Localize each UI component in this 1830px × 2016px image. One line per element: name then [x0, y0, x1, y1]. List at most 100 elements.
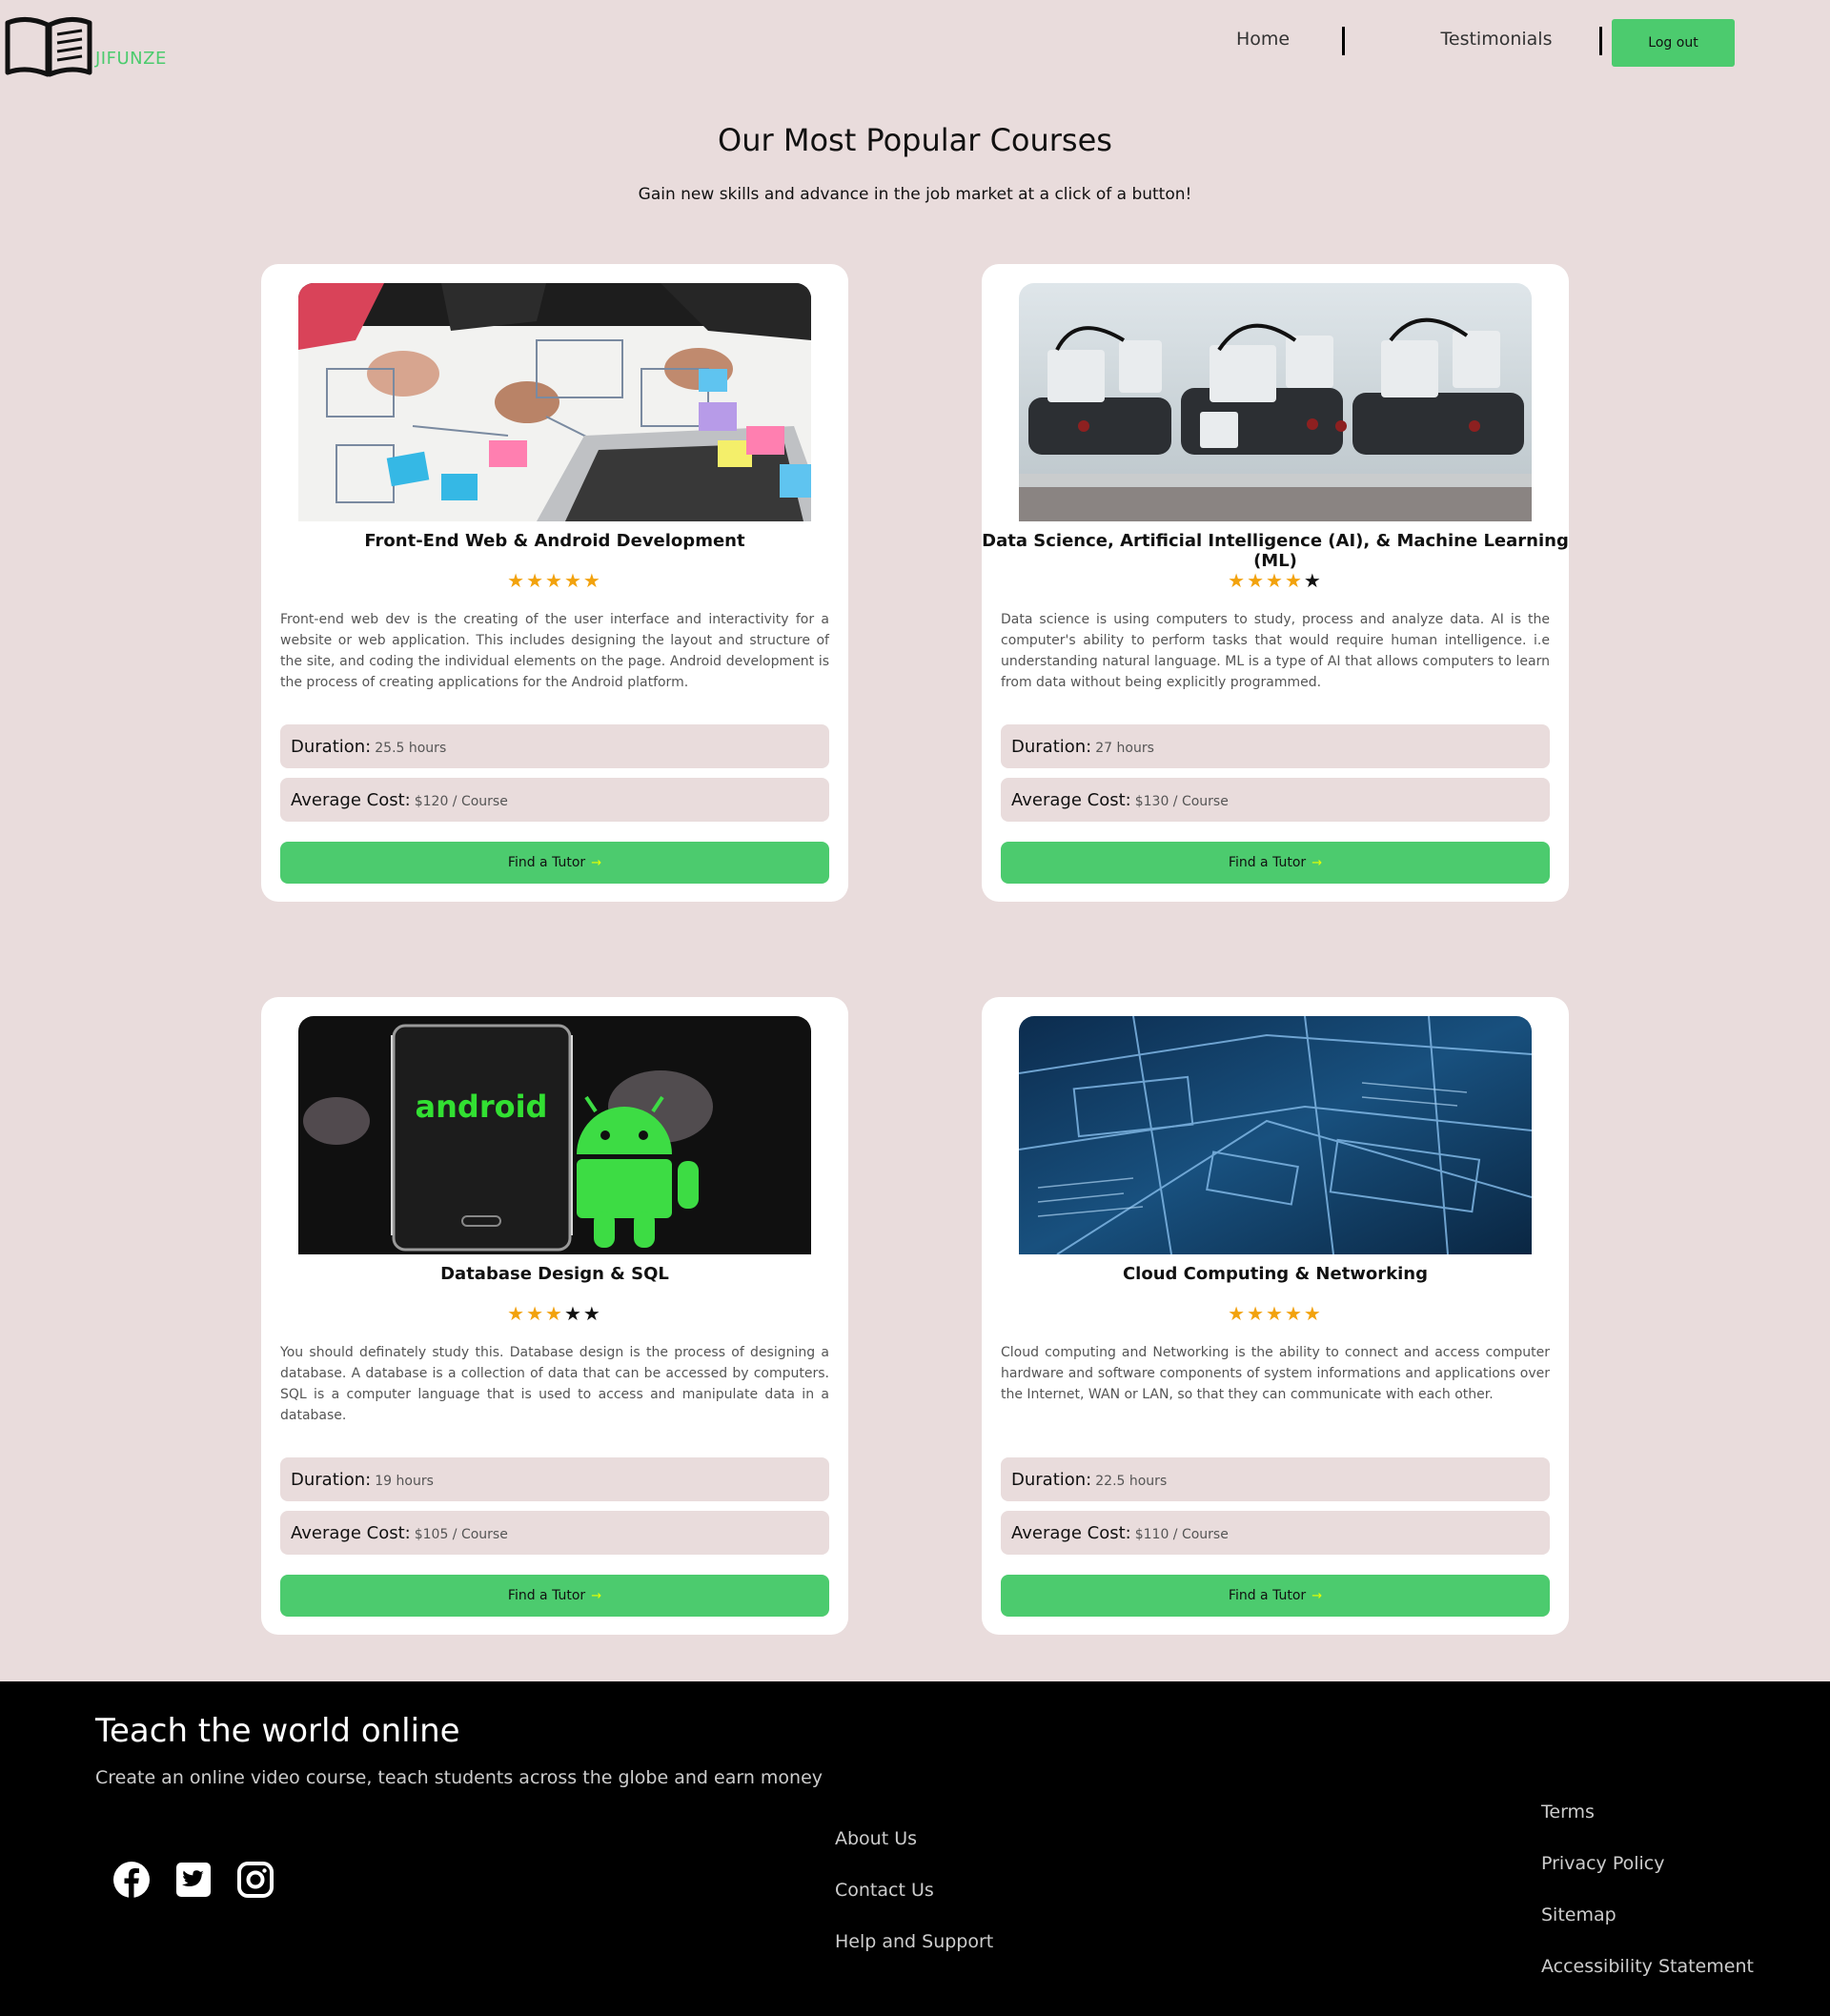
social-links — [112, 1861, 274, 1899]
star-rating: ★★★★★ — [982, 1302, 1569, 1325]
cost-value: $130 / Course — [1134, 793, 1229, 809]
footer-link-privacy-policy[interactable]: Privacy Policy — [1541, 1853, 1754, 1904]
duration-value: 22.5 hours — [1095, 1473, 1168, 1489]
footer-links-company: About Us Contact Us Help and Support — [835, 1828, 993, 1983]
cost-box: Average Cost: $110 / Course — [1001, 1511, 1550, 1555]
cost-label: Average Cost: — [1011, 789, 1131, 810]
footer-tagline: Create an online video course, teach stu… — [95, 1767, 824, 1788]
star-filled-icon: ★ — [526, 1302, 546, 1325]
star-rating: ★★★★★ — [261, 1302, 848, 1325]
footer-link-contact-us[interactable]: Contact Us — [835, 1880, 993, 1931]
logo[interactable]: JIFUNZE — [4, 13, 167, 80]
find-tutor-button[interactable]: Find a Tutor → — [1001, 842, 1550, 884]
page-title: Our Most Popular Courses — [718, 122, 1112, 158]
star-filled-icon: ★ — [1228, 1302, 1248, 1325]
star-filled-icon: ★ — [1247, 1302, 1267, 1325]
duration-box: Duration: 19 hours — [280, 1457, 829, 1501]
course-card: android Database Design & SQL ★★★★★ You … — [261, 997, 848, 1635]
star-filled-icon: ★ — [507, 569, 527, 592]
duration-box: Duration: 22.5 hours — [1001, 1457, 1550, 1501]
star-empty-icon: ★ — [1303, 569, 1323, 592]
find-tutor-label: Find a Tutor — [507, 1588, 586, 1603]
arrow-right-icon: → — [1312, 1588, 1323, 1603]
star-filled-icon: ★ — [1284, 569, 1304, 592]
duration-value: 19 hours — [375, 1473, 434, 1489]
star-rating: ★★★★★ — [261, 569, 848, 592]
duration-box: Duration: 27 hours — [1001, 724, 1550, 768]
robot-kits-image — [1019, 283, 1532, 521]
course-card: Cloud Computing & Networking ★★★★★ Cloud… — [982, 997, 1569, 1635]
wireframe-sketch-image — [298, 283, 811, 521]
cost-box: Average Cost: $130 / Course — [1001, 778, 1550, 822]
star-rating: ★★★★★ — [982, 569, 1569, 592]
duration-label: Duration: — [1011, 1469, 1092, 1490]
footer-link-about-us[interactable]: About Us — [835, 1828, 993, 1880]
nav-divider — [1599, 27, 1602, 55]
cost-label: Average Cost: — [1011, 1522, 1131, 1543]
star-filled-icon: ★ — [563, 569, 583, 592]
star-filled-icon: ★ — [507, 1302, 527, 1325]
logout-button[interactable]: Log out — [1612, 19, 1735, 67]
instagram-icon[interactable] — [236, 1861, 274, 1899]
duration-box: Duration: 25.5 hours — [280, 724, 829, 768]
course-description: Front-end web dev is the creating of the… — [280, 612, 829, 690]
duration-label: Duration: — [1011, 736, 1092, 757]
footer-link-sitemap[interactable]: Sitemap — [1541, 1904, 1754, 1956]
course-image-robots — [1019, 283, 1532, 521]
page-subtitle: Gain new skills and advance in the job m… — [638, 185, 1192, 204]
star-filled-icon: ★ — [545, 1302, 564, 1325]
course-title: Front-End Web & Android Development — [364, 531, 745, 551]
android-phone-image: android — [298, 1016, 811, 1254]
star-filled-icon: ★ — [1266, 1302, 1285, 1325]
open-book-icon — [5, 17, 92, 77]
twitter-icon[interactable] — [174, 1861, 213, 1899]
course-title: Database Design & SQL — [440, 1264, 669, 1284]
cost-box: Average Cost: $105 / Course — [280, 1511, 829, 1555]
duration-value: 27 hours — [1095, 740, 1154, 756]
star-filled-icon: ★ — [582, 569, 602, 592]
facebook-icon[interactable] — [112, 1861, 151, 1899]
star-filled-icon: ★ — [545, 569, 564, 592]
nav-divider — [1342, 27, 1345, 55]
footer-link-terms[interactable]: Terms — [1541, 1802, 1754, 1853]
star-filled-icon: ★ — [1266, 569, 1285, 592]
site-header: JIFUNZE Home Testimonials Log out — [0, 0, 1830, 95]
course-title: Data Science, Artificial Intelligence (A… — [982, 531, 1569, 571]
cost-box: Average Cost: $120 / Course — [280, 778, 829, 822]
star-filled-icon: ★ — [526, 569, 546, 592]
nav-home-link[interactable]: Home — [1206, 29, 1320, 50]
site-footer: Teach the world online Create an online … — [0, 1681, 1830, 2016]
find-tutor-button[interactable]: Find a Tutor → — [1001, 1575, 1550, 1617]
duration-label: Duration: — [291, 1469, 372, 1490]
course-card: Front-End Web & Android Development ★★★★… — [261, 264, 848, 902]
cost-label: Average Cost: — [291, 1522, 411, 1543]
course-description: Cloud computing and Networking is the ab… — [1001, 1345, 1550, 1402]
course-image-android: android — [298, 1016, 811, 1254]
star-empty-icon: ★ — [582, 1302, 602, 1325]
find-tutor-button[interactable]: Find a Tutor → — [280, 842, 829, 884]
course-description: Data science is using computers to study… — [1001, 612, 1550, 690]
network-blueprint-image — [1019, 1016, 1532, 1254]
star-empty-icon: ★ — [563, 1302, 583, 1325]
find-tutor-label: Find a Tutor — [1228, 855, 1307, 870]
star-filled-icon: ★ — [1228, 569, 1248, 592]
nav-testimonials-link[interactable]: Testimonials — [1420, 29, 1573, 50]
footer-links-legal: Terms Privacy Policy Sitemap Accessibili… — [1541, 1802, 1754, 2007]
find-tutor-label: Find a Tutor — [1228, 1588, 1307, 1603]
footer-link-accessibility[interactable]: Accessibility Statement — [1541, 1956, 1754, 2007]
course-image-blueprint — [1019, 1016, 1532, 1254]
star-filled-icon: ★ — [1284, 1302, 1304, 1325]
cost-value: $120 / Course — [414, 793, 508, 809]
find-tutor-label: Find a Tutor — [507, 855, 586, 870]
course-card: Data Science, Artificial Intelligence (A… — [982, 264, 1569, 902]
cost-value: $110 / Course — [1134, 1526, 1229, 1542]
star-filled-icon: ★ — [1247, 569, 1267, 592]
arrow-right-icon: → — [591, 1588, 602, 1603]
star-filled-icon: ★ — [1303, 1302, 1323, 1325]
course-image-wireframes — [298, 283, 811, 521]
footer-title: Teach the world online — [95, 1712, 460, 1750]
course-description: You should definately study this. Databa… — [280, 1345, 829, 1423]
cost-value: $105 / Course — [414, 1526, 508, 1542]
footer-link-help-support[interactable]: Help and Support — [835, 1931, 993, 1983]
find-tutor-button[interactable]: Find a Tutor → — [280, 1575, 829, 1617]
